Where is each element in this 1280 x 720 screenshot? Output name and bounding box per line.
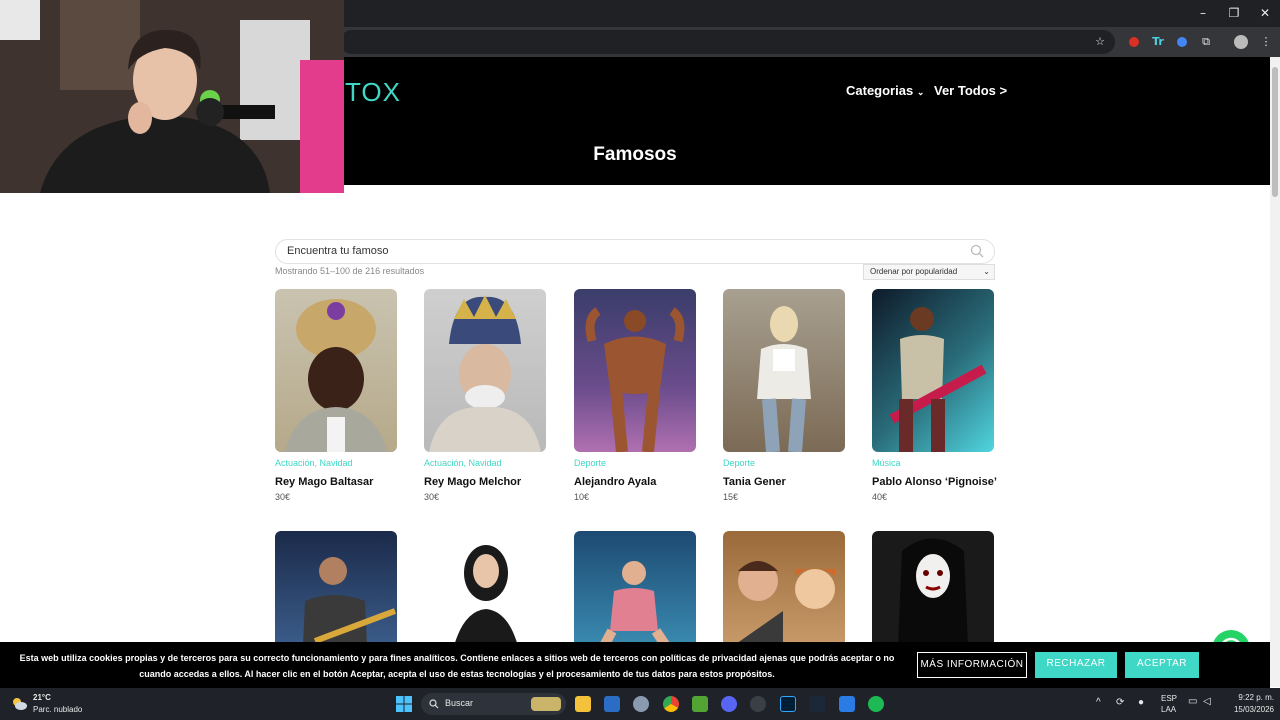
product-card[interactable]: Deporte Alejandro Ayala 10€ [574,289,696,502]
chevron-down-icon: ⌄ [916,87,925,97]
nav-view-all[interactable]: Ver Todos > [934,83,1007,98]
accept-button[interactable]: ACEPTAR [1125,652,1199,678]
product-card[interactable]: Deporte Tania Gener 15€ [723,289,845,502]
microphone-icon[interactable]: ● [1138,697,1144,708]
minecraft-icon[interactable] [692,696,708,712]
file-explorer-icon[interactable] [575,696,591,712]
nav-categories[interactable]: Categorias ⌄ [846,83,924,98]
discord-icon[interactable] [721,696,737,712]
product-image[interactable] [574,531,696,646]
puzzle-icon[interactable]: ⧉ [1196,32,1216,52]
result-count: Mostrando 51–100 de 216 resultados [275,266,425,276]
search-input[interactable]: Encuentra tu famoso [275,239,995,264]
product-name[interactable]: Alejandro Ayala [574,476,696,488]
site-logo[interactable]: TOX [345,77,401,108]
cookie-consent-bar: Esta web utiliza cookies propias y de te… [0,642,1270,688]
product-categories: Actuación, Navidad [275,458,353,468]
search-icon[interactable] [970,244,984,258]
product-card[interactable]: Actuación, Navidad Rey Mago Melchor 30€ [424,289,546,502]
sync-icon[interactable]: ⟳ [1116,697,1124,708]
profile-avatar[interactable] [1231,32,1251,52]
settings-icon[interactable] [633,696,649,712]
address-bar[interactable] [340,30,1115,54]
weather-desc: Parc. nublado [33,705,83,714]
chevron-down-icon: ⌄ [983,267,990,276]
star-icon[interactable]: ☆ [1090,32,1110,52]
cookie-message: Esta web utiliza cookies propias y de te… [12,650,902,682]
product-price: 10€ [574,492,590,502]
more-info-button[interactable]: MÁS INFORMACIÓN [917,652,1027,678]
cookie-message-line1: Esta web utiliza cookies propias y de te… [19,653,895,663]
photoshop-icon[interactable] [780,696,796,712]
clock-time[interactable]: 9:22 p. m. [1226,693,1274,702]
product-card[interactable]: Música Pablo Alonso ‘Pignoise’ 40€ [872,289,997,502]
product-price: 30€ [275,492,291,502]
taskbar-search[interactable]: Buscar [421,693,566,715]
page-scrollbar[interactable] [1270,57,1280,687]
product-image[interactable] [275,289,397,452]
product-image[interactable] [723,289,845,452]
product-categories: Deporte [723,458,845,470]
product-name[interactable]: Pablo Alonso ‘Pignoise’ [872,476,997,488]
product-price: 15€ [723,492,739,502]
translate-icon[interactable]: Tr [1148,32,1168,52]
spotify-icon[interactable] [868,696,884,712]
maximize-button[interactable]: ❐ [1219,4,1249,22]
nav-categories-label: Categorias [846,83,914,98]
minimize-button[interactable]: – [1188,4,1218,22]
product-categories: Deporte [574,458,696,470]
network-icon[interactable]: ▭ [1188,696,1197,707]
sort-select[interactable]: Ordenar por popularidad ⌄ [863,264,995,280]
language-code[interactable]: ESP [1161,694,1177,703]
category-link[interactable]: Actuación [275,458,315,468]
volume-icon[interactable]: ◁ [1203,696,1211,707]
product-image[interactable] [872,289,994,452]
steam-icon[interactable] [809,696,825,712]
taskbar-search-label: Buscar [445,698,474,708]
category-link[interactable]: Deporte [723,458,755,468]
keyboard-layout[interactable]: LAA [1161,705,1176,714]
reject-button[interactable]: RECHAZAR [1035,652,1117,678]
product-categories: Música [872,458,994,470]
email-icon[interactable] [604,696,620,712]
webcam-overlay [0,0,344,193]
product-name[interactable]: Tania Gener [723,476,845,488]
category-link[interactable]: Actuación [424,458,464,468]
search-icon [429,699,439,709]
category-link[interactable]: Música [872,458,901,468]
weather-icon[interactable] [10,695,28,713]
product-name[interactable]: Rey Mago Baltasar [275,476,397,488]
search-highlight-icon [531,697,561,711]
windows-taskbar: 21°C Parc. nublado Buscar ^ ⟳ ● ESP LAA … [0,688,1280,720]
product-image[interactable] [574,289,696,452]
extension-red-icon[interactable] [1124,32,1144,52]
product-price: 40€ [872,492,888,502]
weather-temp: 21°C [33,693,51,702]
search-placeholder: Encuentra tu famoso [287,245,389,257]
product-price: 30€ [424,492,440,502]
vpn-icon[interactable] [839,696,855,712]
obs-icon[interactable] [750,696,766,712]
clock-date[interactable]: 15/03/2026 [1222,705,1274,714]
chrome-icon[interactable] [663,696,679,712]
product-image[interactable] [424,289,546,452]
product-name[interactable]: Rey Mago Melchor [424,476,546,488]
chevron-up-icon[interactable]: ^ [1096,697,1101,708]
close-window-button[interactable]: ✕ [1250,4,1280,22]
category-link[interactable]: Deporte [574,458,606,468]
product-image[interactable] [723,531,845,646]
product-image[interactable] [872,531,994,646]
product-categories: Actuación, Navidad [424,458,502,468]
category-link[interactable]: Navidad [320,458,353,468]
more-icon[interactable]: ⋮ [1256,32,1276,52]
cookie-message-line2: cuando accedas a ellos. Al hacer clic en… [139,669,775,679]
product-card[interactable]: Actuación, Navidad Rey Mago Baltasar 30€ [275,289,397,502]
extension-blue-icon[interactable] [1172,32,1192,52]
windows-start-icon[interactable] [396,696,412,712]
sort-selected-value: Ordenar por popularidad [870,267,958,276]
product-image[interactable] [275,531,397,646]
scrollbar-thumb[interactable] [1272,67,1278,197]
product-image[interactable] [424,531,546,646]
category-link[interactable]: Navidad [469,458,502,468]
